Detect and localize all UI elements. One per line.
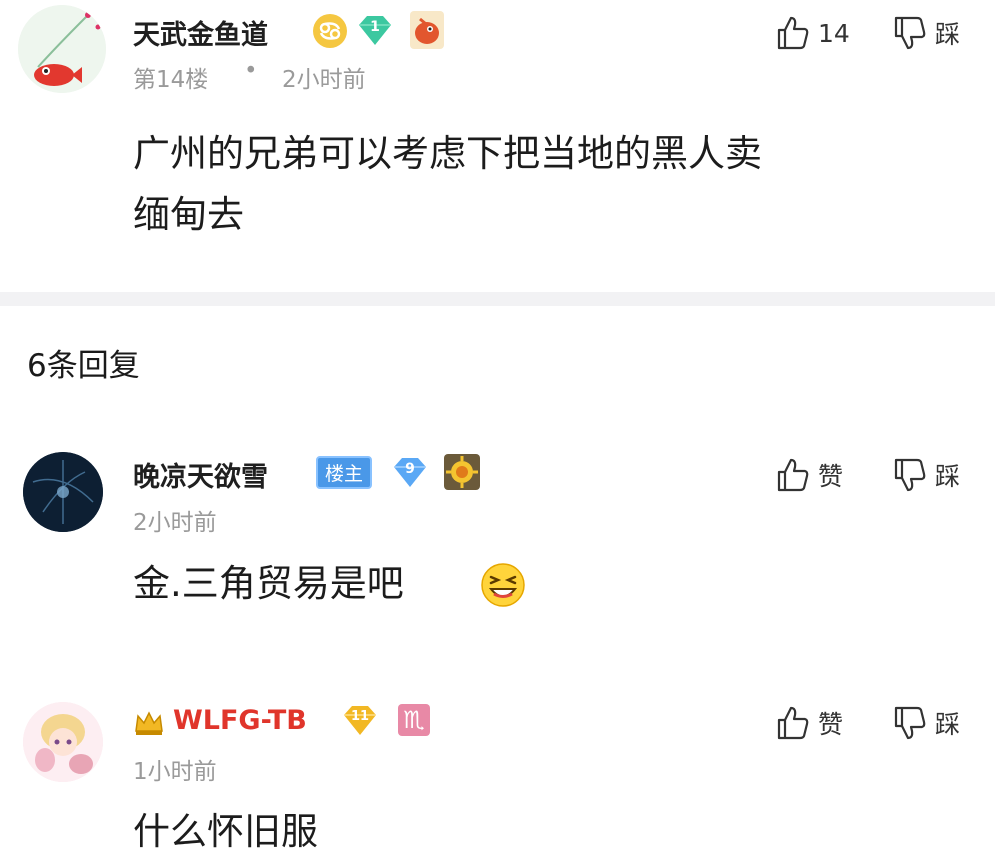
diamond-level-icon: 1 — [355, 13, 395, 47]
thumbs-down-icon — [894, 706, 926, 740]
thumbs-up-icon — [777, 706, 809, 740]
avatar-image — [23, 702, 103, 782]
reply-content: 金.三角贸易是吧 — [133, 562, 404, 605]
avatar-image — [18, 5, 106, 93]
diamond-level-icon: 11 — [340, 703, 380, 737]
crown-icon — [133, 707, 165, 737]
post-like-button[interactable]: 14 — [776, 15, 850, 51]
reply-avatar[interactable] — [23, 702, 103, 782]
scorpio-zodiac-icon: ♏ — [398, 704, 430, 736]
thumbs-up-icon — [777, 458, 809, 492]
reply-time: 1小时前 — [133, 759, 217, 785]
reply-like-button[interactable]: 赞 — [776, 705, 843, 741]
replies-header: 6条回复 — [27, 348, 140, 384]
reply-like-button[interactable]: 赞 — [776, 457, 843, 493]
section-divider — [0, 292, 995, 306]
post-content-line1: 广州的兄弟可以考虑下把当地的黑人卖 — [133, 132, 762, 175]
post-level: 1 — [370, 19, 380, 35]
post-floor: 第14楼 — [133, 67, 209, 93]
sun-medal-icon — [444, 454, 480, 490]
reply-level: 9 — [405, 461, 415, 477]
avatar-image — [23, 452, 103, 532]
reply-dislike-button[interactable]: 踩 — [893, 705, 960, 741]
cancer-zodiac-icon — [313, 14, 347, 48]
reply-like-label: 赞 — [818, 710, 844, 739]
post-content-line2: 缅甸去 — [133, 193, 244, 236]
post-separator: • — [244, 58, 258, 84]
bird-medal-icon — [410, 11, 444, 49]
host-badge: 楼主 — [316, 456, 373, 489]
post-dislike-button[interactable]: 踩 — [893, 15, 960, 51]
post-avatar[interactable] — [18, 5, 106, 93]
reply-level: 11 — [350, 709, 370, 724]
reply-avatar[interactable] — [23, 452, 103, 532]
reply-time: 2小时前 — [133, 510, 217, 536]
reply-content: 什么怀旧服 — [133, 810, 318, 853]
post-like-count: 14 — [818, 18, 850, 48]
reply-dislike-label: 踩 — [935, 462, 961, 491]
post-dislike-label: 踩 — [935, 20, 961, 49]
reply-username[interactable]: 晚凉天欲雪 — [133, 455, 268, 494]
thumbs-down-icon — [894, 16, 926, 50]
grinning-emoji-icon — [480, 562, 526, 608]
thumbs-down-icon — [894, 458, 926, 492]
post-time: 2小时前 — [282, 67, 366, 93]
reply-username[interactable]: WLFG-TB — [173, 705, 307, 736]
post-username[interactable]: 天武金鱼道 — [133, 13, 268, 52]
diamond-level-icon: 9 — [390, 455, 430, 489]
zodiac-symbol: ♏ — [403, 706, 425, 734]
reply-dislike-button[interactable]: 踩 — [893, 457, 960, 493]
reply-like-label: 赞 — [818, 462, 844, 491]
reply-dislike-label: 踩 — [935, 710, 961, 739]
thumbs-up-icon — [777, 16, 809, 50]
